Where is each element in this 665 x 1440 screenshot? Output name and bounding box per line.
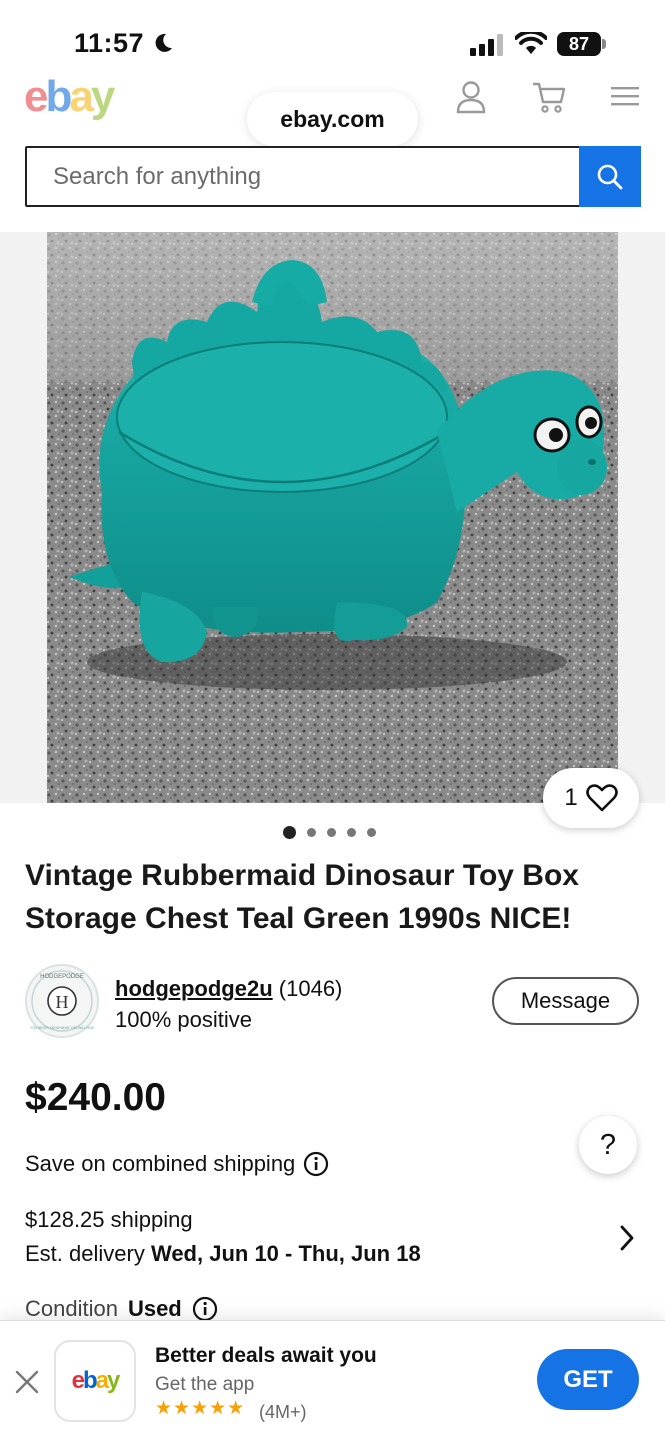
condition-value: Used — [127, 1296, 182, 1321]
seller-feedback-count: (1046) — [278, 976, 343, 1001]
combined-shipping[interactable]: Save on combined shipping — [25, 1151, 329, 1177]
image-pagination[interactable] — [283, 826, 376, 839]
battery-tip — [602, 39, 606, 49]
estimated-delivery: Est. delivery Wed, Jun 10 - Thu, Jun 18 — [25, 1241, 421, 1267]
rating-count: (4M+) — [259, 1402, 307, 1422]
svg-text:HODGEPODGE: HODGEPODGE — [40, 974, 84, 980]
get-app-button[interactable]: GET — [537, 1349, 639, 1410]
cart-icon[interactable] — [531, 80, 567, 114]
pagination-dot[interactable] — [367, 828, 376, 837]
banner-title: Better deals await you — [155, 1344, 377, 1367]
account-icon[interactable] — [455, 80, 487, 114]
combined-shipping-label: Save on combined shipping — [25, 1151, 296, 1176]
star-rating: ★★★★★ — [155, 1398, 246, 1419]
logo-letter: y — [107, 1367, 120, 1394]
logo-letter: b — [82, 1367, 98, 1394]
pagination-dot[interactable] — [307, 828, 316, 837]
logo-letter: a — [95, 1367, 109, 1394]
logo-letter: y — [90, 72, 116, 121]
item-condition: Condition Used — [25, 1296, 218, 1322]
item-price: $240.00 — [25, 1076, 166, 1119]
search-button[interactable] — [579, 146, 641, 207]
watch-button[interactable]: 1 — [543, 768, 639, 828]
product-photo[interactable] — [47, 232, 618, 803]
seller-username-link[interactable]: hodgepodge2u — [115, 976, 273, 1001]
search-bar — [25, 146, 641, 207]
pagination-dot-active[interactable] — [283, 826, 296, 839]
search-icon — [597, 164, 623, 189]
ebay-logo[interactable]: ebay — [24, 72, 116, 122]
search-input[interactable] — [27, 148, 580, 205]
url-bar[interactable]: ebay.com — [247, 92, 418, 146]
chevron-right-icon[interactable] — [617, 1223, 637, 1253]
logo-letter: e — [24, 72, 49, 121]
help-button[interactable]: ? — [579, 1116, 637, 1174]
battery-indicator: 87 — [557, 32, 601, 56]
cellular-signal-icon — [470, 34, 503, 56]
svg-text:H: H — [56, 992, 69, 1012]
delivery-prefix: Est. delivery — [25, 1241, 145, 1266]
pagination-dot[interactable] — [327, 828, 336, 837]
seller-info: hodgepodge2u (1046) — [115, 976, 342, 1002]
banner-subtitle: Get the app — [155, 1374, 255, 1395]
dinosaur-toy-box-image — [47, 232, 618, 803]
pagination-dot[interactable] — [347, 828, 356, 837]
logo-letter: a — [69, 72, 94, 121]
status-bar: 11:57 87 — [0, 0, 665, 70]
seller-avatar[interactable]: H HODGEPODGE YOU NEVER KNOW WHAT YOU WIL… — [25, 964, 99, 1038]
heart-icon — [585, 784, 618, 812]
info-icon[interactable] — [192, 1296, 218, 1322]
logo-letter: b — [45, 72, 72, 121]
logo-letter: e — [71, 1367, 85, 1394]
ebay-app-icon: ebay — [54, 1340, 136, 1422]
close-icon[interactable] — [14, 1369, 40, 1395]
watch-count: 1 — [564, 784, 578, 811]
image-gallery[interactable] — [0, 232, 665, 803]
seller-logo-icon: H HODGEPODGE YOU NEVER KNOW WHAT YOU WIL… — [30, 970, 95, 1032]
seller-positive-rating: 100% positive — [115, 1007, 252, 1032]
message-seller-button[interactable]: Message — [492, 977, 639, 1025]
moon-icon — [155, 33, 172, 52]
info-icon[interactable] — [303, 1151, 329, 1177]
shipping-cost: $128.25 shipping — [25, 1207, 193, 1232]
svg-text:YOU NEVER KNOW WHAT YOU WILL F: YOU NEVER KNOW WHAT YOU WILL FIND — [30, 1026, 95, 1030]
wifi-icon — [515, 32, 547, 54]
status-time: 11:57 — [74, 28, 145, 58]
listing-title: Vintage Rubbermaid Dinosaur Toy Box Stor… — [25, 859, 579, 935]
condition-label: Condition — [25, 1296, 118, 1321]
delivery-dates: Wed, Jun 10 - Thu, Jun 18 — [150, 1241, 421, 1266]
menu-icon[interactable] — [611, 86, 641, 108]
